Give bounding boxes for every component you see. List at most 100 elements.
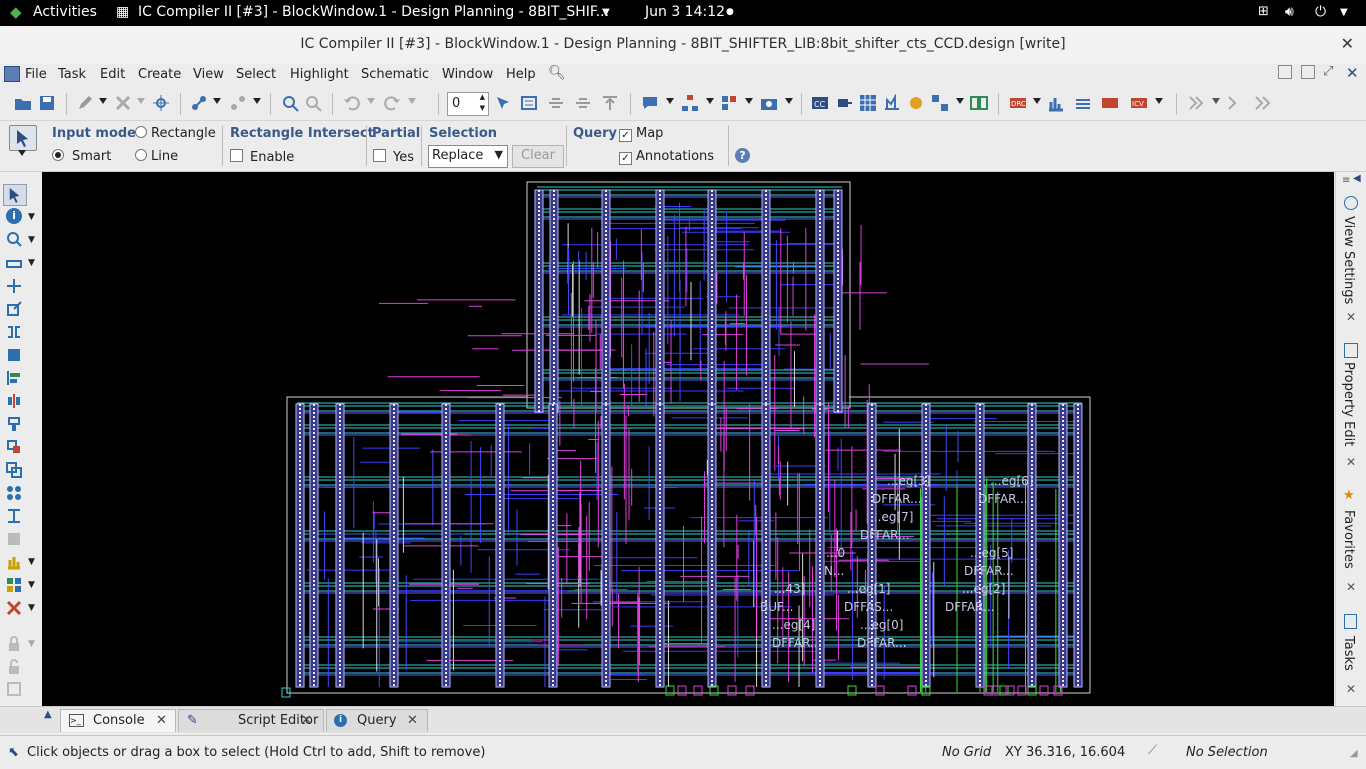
menu-schematic[interactable]: Schematic bbox=[361, 67, 429, 82]
volume-icon[interactable]: 🔊︎ bbox=[1285, 4, 1294, 20]
restore-window-icon[interactable] bbox=[1301, 65, 1315, 79]
tasks-icon[interactable] bbox=[1344, 614, 1357, 629]
lock-dropdown-icon[interactable]: ▼ bbox=[28, 639, 35, 649]
system-menu-chevron-icon[interactable]: ▼ bbox=[1340, 7, 1348, 18]
zoom-dropdown-icon[interactable]: ▼ bbox=[28, 235, 35, 245]
input-mode-rectangle-radio[interactable]: Rectangle bbox=[135, 126, 216, 141]
info-dropdown-icon[interactable]: ▼ bbox=[28, 212, 35, 222]
message-icon[interactable] bbox=[641, 94, 659, 112]
route-icon[interactable] bbox=[190, 94, 208, 112]
menu-select[interactable]: Select bbox=[236, 67, 276, 82]
align-icon[interactable] bbox=[547, 94, 565, 112]
select-mode-tool[interactable] bbox=[3, 184, 27, 206]
tab-script-editor[interactable]: ✎ Script Editor ✕ bbox=[178, 709, 324, 732]
pin-icon[interactable] bbox=[6, 416, 22, 432]
menu-highlight[interactable]: Highlight bbox=[290, 67, 349, 82]
cc-icon[interactable]: CC bbox=[811, 94, 829, 112]
spin-down-icon[interactable]: ▼ bbox=[480, 104, 485, 112]
menu-edit[interactable]: Edit bbox=[100, 67, 125, 82]
input-mode-smart-radio[interactable]: Smart bbox=[52, 149, 111, 164]
app-menu-chevron-icon[interactable]: ▼ bbox=[602, 7, 610, 18]
menu-help[interactable]: Help bbox=[506, 67, 536, 82]
delete-icon[interactable] bbox=[114, 94, 132, 112]
drc-tool-icon[interactable] bbox=[907, 94, 925, 112]
property-editor-icon[interactable] bbox=[1344, 343, 1358, 358]
flow-step-icon[interactable] bbox=[1226, 94, 1244, 112]
zoom-icon[interactable] bbox=[6, 231, 22, 247]
input-mode-line-radio[interactable]: Line bbox=[135, 149, 178, 164]
query-map-checkbox[interactable]: ✓ Map bbox=[619, 126, 663, 142]
clock[interactable]: Jun 3 14:12 bbox=[645, 4, 725, 20]
query-tab-close-icon[interactable]: ✕ bbox=[407, 713, 418, 728]
window-close-button[interactable]: ✕ bbox=[1341, 34, 1354, 53]
save-icon[interactable] bbox=[38, 94, 56, 112]
selection-mode-select[interactable]: Replace ▼ bbox=[428, 145, 508, 168]
align-top-icon[interactable] bbox=[601, 94, 619, 112]
cluster-tool-icon[interactable] bbox=[6, 577, 22, 593]
activities-button[interactable]: Activities bbox=[33, 4, 97, 20]
histogram-icon[interactable] bbox=[1074, 94, 1092, 112]
grid-view-icon[interactable] bbox=[859, 94, 877, 112]
maximize-window-icon[interactable]: ⤢ bbox=[1323, 64, 1333, 79]
open-folder-icon[interactable] bbox=[14, 94, 32, 112]
activities-icon[interactable]: ◆ bbox=[10, 3, 22, 21]
tasks-close-icon[interactable]: ✕ bbox=[1346, 682, 1356, 696]
view-settings-icon[interactable] bbox=[1344, 196, 1358, 210]
redo-icon[interactable] bbox=[383, 94, 401, 112]
properties-icon[interactable] bbox=[520, 94, 538, 112]
fixed-icon[interactable] bbox=[6, 681, 22, 697]
select-tool-button[interactable] bbox=[9, 125, 37, 151]
favorites-tab[interactable]: Favorites bbox=[1341, 510, 1356, 569]
info-icon[interactable]: i bbox=[6, 208, 22, 224]
unlock-icon[interactable] bbox=[6, 659, 22, 675]
cell-icon[interactable] bbox=[6, 439, 22, 455]
group-icon[interactable] bbox=[6, 485, 22, 501]
history-spinbox[interactable]: 0 ▲ ▼ bbox=[447, 92, 489, 116]
split-icon[interactable] bbox=[6, 393, 22, 409]
pick-icon[interactable] bbox=[494, 94, 512, 112]
distribute-icon[interactable] bbox=[574, 94, 592, 112]
search-icon[interactable]: 🔍︎ bbox=[548, 65, 566, 81]
lock-icon[interactable] bbox=[6, 636, 22, 652]
snap-icon[interactable] bbox=[152, 94, 170, 112]
camera-icon[interactable] bbox=[760, 94, 778, 112]
flow-icon[interactable] bbox=[1187, 94, 1205, 112]
tile-windows-icon[interactable] bbox=[1278, 65, 1292, 79]
menu-file[interactable]: File bbox=[25, 67, 47, 82]
layers-icon[interactable] bbox=[720, 94, 738, 112]
menu-window[interactable]: Window bbox=[442, 67, 493, 82]
console-tab-close-icon[interactable]: ✕ bbox=[156, 713, 167, 728]
script-editor-tab-close-icon[interactable]: ✕ bbox=[301, 713, 312, 728]
timing-icon[interactable] bbox=[883, 94, 901, 112]
menu-create[interactable]: Create bbox=[138, 67, 181, 82]
tab-console[interactable]: >_ Console ✕ bbox=[60, 709, 176, 732]
remove-icon[interactable] bbox=[6, 600, 22, 616]
dock-collapse-icon[interactable]: ◀ bbox=[1353, 173, 1361, 184]
zoom-fit-icon[interactable] bbox=[281, 94, 299, 112]
clear-button[interactable]: Clear bbox=[512, 145, 564, 168]
dock-menu-icon[interactable]: ≡ bbox=[1342, 175, 1350, 186]
enable-checkbox[interactable]: Enable bbox=[230, 149, 294, 165]
flow-stop-icon[interactable] bbox=[1253, 94, 1271, 112]
menu-task[interactable]: Task bbox=[58, 67, 86, 82]
property-editor-close-icon[interactable]: ✕ bbox=[1346, 455, 1356, 469]
ruler-dropdown-icon[interactable]: ▼ bbox=[28, 258, 35, 268]
cluster-icon[interactable] bbox=[931, 94, 949, 112]
icv-icon[interactable]: ICV bbox=[1130, 94, 1148, 112]
cluster-tool-dropdown-icon[interactable]: ▼ bbox=[28, 580, 35, 590]
tab-query[interactable]: i Query ✕ bbox=[326, 709, 428, 732]
app-menu-title[interactable]: IC Compiler II [#3] - BlockWindow.1 - De… bbox=[138, 4, 609, 20]
query-annotations-checkbox[interactable]: ✓ Annotations bbox=[619, 149, 714, 165]
route-alt-icon[interactable] bbox=[229, 94, 247, 112]
flip-icon[interactable] bbox=[6, 324, 22, 340]
zoom-prev-icon[interactable] bbox=[304, 94, 322, 112]
layout-view[interactable]: ...eg[3] ...eg[6] DFFAR... DFFAR... ...eg[7]… bbox=[42, 172, 1334, 706]
remove-dropdown-icon[interactable]: ▼ bbox=[28, 603, 35, 613]
chart-tool-dropdown-icon[interactable]: ▼ bbox=[28, 557, 35, 567]
blockage-icon[interactable] bbox=[6, 531, 22, 547]
net-icon[interactable] bbox=[835, 94, 853, 112]
panel-toggle-icon[interactable]: ▲ bbox=[44, 709, 52, 720]
ruler-icon[interactable] bbox=[6, 256, 22, 272]
spin-up-icon[interactable]: ▲ bbox=[480, 93, 485, 101]
copy-icon[interactable] bbox=[6, 347, 22, 363]
